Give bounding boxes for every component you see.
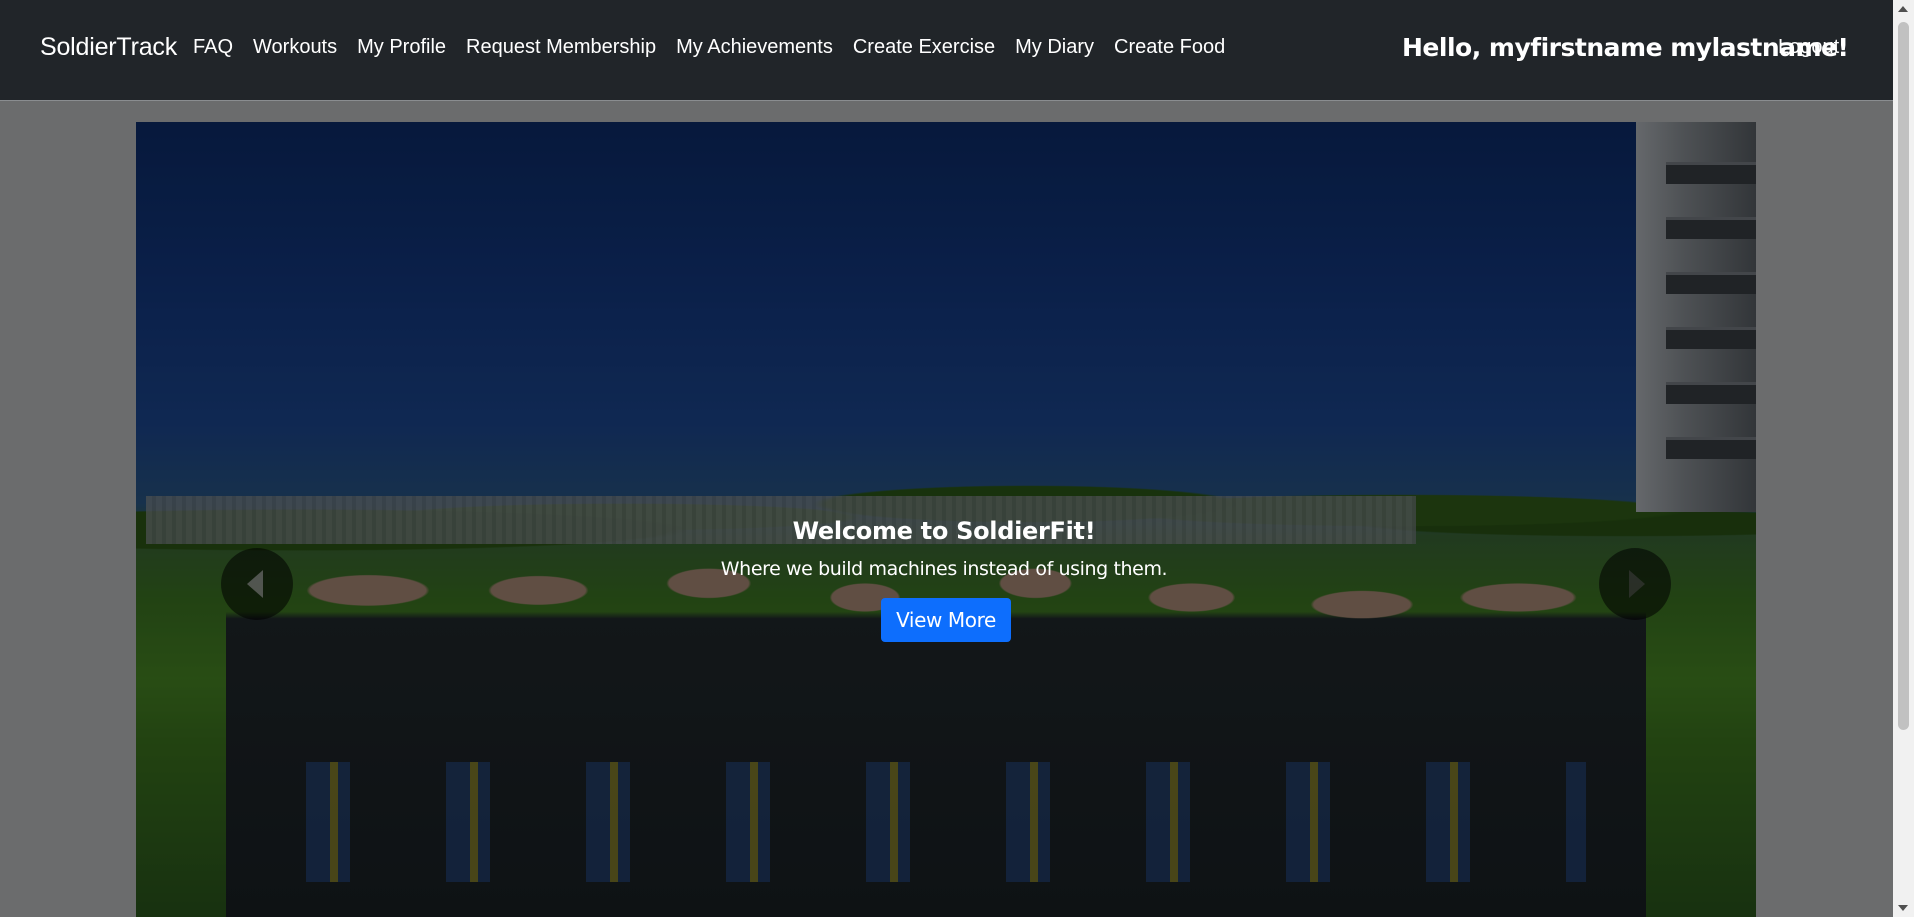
carousel-next-button[interactable] — [1599, 548, 1671, 620]
brand-link[interactable]: SoldierTrack — [40, 33, 177, 62]
vertical-scrollbar[interactable] — [1893, 0, 1914, 917]
scrollbar-thumb[interactable] — [1898, 22, 1909, 730]
nav-link-create-exercise[interactable]: Create Exercise — [853, 36, 995, 58]
scroll-up-arrow-icon[interactable] — [1898, 6, 1908, 12]
nav-link-request-membership[interactable]: Request Membership — [466, 36, 656, 58]
chevron-left-icon — [247, 570, 263, 598]
nav-link-my-profile[interactable]: My Profile — [357, 36, 446, 58]
caption-title: Welcome to SoldierFit! — [792, 517, 1096, 545]
nav-link-my-achievements[interactable]: My Achievements — [676, 36, 833, 58]
nav-link-my-diary[interactable]: My Diary — [1015, 36, 1094, 58]
nav-link-workouts[interactable]: Workouts — [253, 36, 337, 58]
view-more-button[interactable]: View More — [881, 598, 1011, 642]
chevron-right-icon — [1629, 570, 1645, 598]
nav-link-faq[interactable]: FAQ — [193, 36, 233, 58]
hero-carousel: Welcome to SoldierFit! Where we build ma… — [136, 122, 1756, 917]
nav-links: FAQ Workouts My Profile Request Membersh… — [193, 36, 1245, 59]
carousel-caption: Welcome to SoldierFit! Where we build ma… — [136, 517, 1756, 642]
caption-text: Where we build machines instead of using… — [720, 558, 1168, 580]
carousel-prev-button[interactable] — [221, 548, 293, 620]
scroll-down-arrow-icon[interactable] — [1898, 905, 1908, 911]
logout-link[interactable]: Logout — [1778, 36, 1839, 59]
navbar: SoldierTrack FAQ Workouts My Profile Req… — [0, 0, 1893, 101]
nav-link-create-food[interactable]: Create Food — [1114, 36, 1225, 58]
